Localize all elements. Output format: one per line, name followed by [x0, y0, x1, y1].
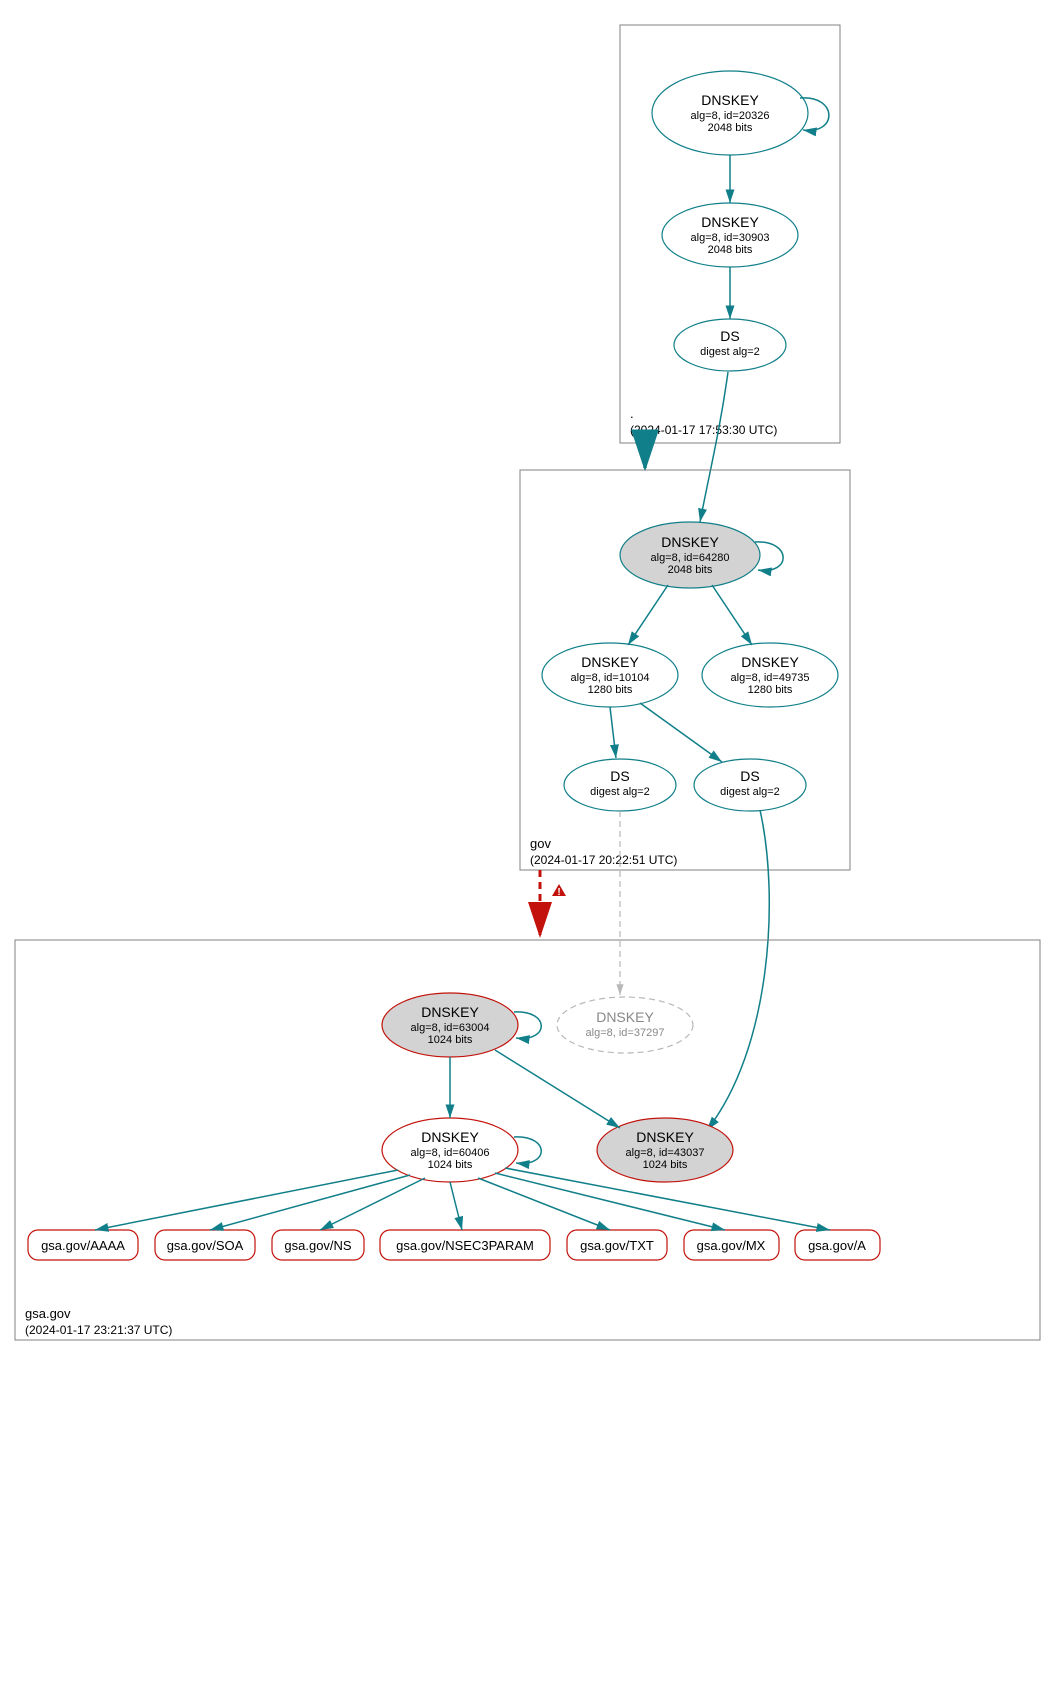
svg-text:1024 bits: 1024 bits [428, 1159, 473, 1171]
rrset-ns[interactable]: gsa.gov/NS [272, 1230, 364, 1260]
edge-zsk-mx [495, 1173, 725, 1230]
dnskey-gsa-alt[interactable]: DNSKEY alg=8, id=43037 1024 bits [597, 1118, 733, 1182]
dnskey-gov-ksk[interactable]: DNSKEY alg=8, id=64280 2048 bits [620, 522, 760, 588]
svg-text:gsa.gov/A: gsa.gov/A [808, 1238, 866, 1253]
edge-govksk-zsk1 [628, 585, 668, 645]
edge-rootds-to-govksk [700, 372, 728, 522]
rrset-txt[interactable]: gsa.gov/TXT [567, 1230, 667, 1260]
svg-text:2048 bits: 2048 bits [708, 122, 753, 134]
edge-zsk-nsec [450, 1182, 462, 1230]
dnskey-gsa-ksk[interactable]: DNSKEY alg=8, id=63004 1024 bits [382, 993, 518, 1057]
ds-root[interactable]: DS digest alg=2 [674, 319, 786, 371]
rrset-aaaa[interactable]: gsa.gov/AAAA [28, 1230, 138, 1260]
dnskey-gov-zsk-10104[interactable]: DNSKEY alg=8, id=10104 1280 bits [542, 643, 678, 707]
edge-zsk-soa [210, 1175, 410, 1230]
edge-zsk1-ds1 [610, 707, 616, 758]
svg-text:digest alg=2: digest alg=2 [590, 786, 650, 798]
svg-text:gsa.gov/AAAA: gsa.gov/AAAA [41, 1238, 125, 1253]
svg-text:1280 bits: 1280 bits [588, 684, 633, 696]
svg-text:1280 bits: 1280 bits [748, 684, 793, 696]
zone-gsa: gsa.gov (2024-01-17 23:21:37 UTC) DNSKEY… [15, 940, 1040, 1340]
rrset-nsec3param[interactable]: gsa.gov/NSEC3PARAM [380, 1230, 550, 1260]
zone-gsa-timestamp: (2024-01-17 23:21:37 UTC) [25, 1323, 172, 1337]
rrset-a[interactable]: gsa.gov/A [795, 1230, 880, 1260]
ds-gov-1[interactable]: DS digest alg=2 [564, 759, 676, 811]
ds-gov-2[interactable]: DS digest alg=2 [694, 759, 806, 811]
dnskey-root-zsk[interactable]: DNSKEY alg=8, id=30903 2048 bits [662, 203, 798, 267]
svg-text:gsa.gov/MX: gsa.gov/MX [697, 1238, 766, 1253]
edge-gsaksk-gsalt [495, 1050, 620, 1128]
zone-root-timestamp: (2024-01-17 17:53:30 UTC) [630, 423, 777, 437]
svg-text:DS: DS [610, 768, 629, 784]
zone-gov-timestamp: (2024-01-17 20:22:51 UTC) [530, 853, 677, 867]
svg-text:alg=8, id=63004: alg=8, id=63004 [411, 1022, 490, 1034]
svg-text:DNSKEY: DNSKEY [581, 654, 639, 670]
svg-text:alg=8, id=49735: alg=8, id=49735 [731, 672, 810, 684]
svg-text:DS: DS [720, 328, 739, 344]
rrset-soa[interactable]: gsa.gov/SOA [155, 1230, 255, 1260]
svg-text:digest alg=2: digest alg=2 [720, 786, 780, 798]
rrset-mx[interactable]: gsa.gov/MX [684, 1230, 779, 1260]
svg-text:alg=8, id=43037: alg=8, id=43037 [626, 1147, 705, 1159]
zone-root-name: . [630, 406, 634, 421]
svg-text:DS: DS [740, 768, 759, 784]
svg-text:1024 bits: 1024 bits [643, 1159, 688, 1171]
svg-text:DNSKEY: DNSKEY [421, 1129, 479, 1145]
svg-text:alg=8, id=64280: alg=8, id=64280 [651, 552, 730, 564]
svg-text:alg=8, id=37297: alg=8, id=37297 [586, 1027, 665, 1039]
svg-text:DNSKEY: DNSKEY [701, 214, 759, 230]
edge-ds2-to-gsa-alt [707, 810, 769, 1130]
svg-text:alg=8, id=10104: alg=8, id=10104 [571, 672, 650, 684]
svg-text:DNSKEY: DNSKEY [596, 1009, 654, 1025]
edge-govksk-zsk2 [712, 585, 752, 645]
edge-zsk1-ds2 [640, 703, 722, 762]
svg-text:alg=8, id=60406: alg=8, id=60406 [411, 1147, 490, 1159]
dnskey-gsa-missing[interactable]: DNSKEY alg=8, id=37297 [557, 997, 693, 1053]
svg-text:digest alg=2: digest alg=2 [700, 346, 760, 358]
svg-text:gsa.gov/NSEC3PARAM: gsa.gov/NSEC3PARAM [396, 1238, 534, 1253]
svg-text:DNSKEY: DNSKEY [661, 534, 719, 550]
zone-gsa-name: gsa.gov [25, 1306, 71, 1321]
svg-text:!: ! [557, 887, 560, 898]
zone-gov-name: gov [530, 836, 551, 851]
svg-text:DNSKEY: DNSKEY [741, 654, 799, 670]
svg-text:DNSKEY: DNSKEY [421, 1004, 479, 1020]
svg-text:alg=8, id=30903: alg=8, id=30903 [691, 232, 770, 244]
dnskey-gov-zsk-49735[interactable]: DNSKEY alg=8, id=49735 1280 bits [702, 643, 838, 707]
zone-gov: gov (2024-01-17 20:22:51 UTC) DNSKEY alg… [520, 470, 850, 870]
svg-text:alg=8, id=20326: alg=8, id=20326 [691, 110, 770, 122]
dnskey-root-ksk[interactable]: DNSKEY alg=8, id=20326 2048 bits [652, 71, 808, 155]
svg-text:gsa.gov/NS: gsa.gov/NS [284, 1238, 352, 1253]
svg-text:2048 bits: 2048 bits [668, 564, 713, 576]
svg-text:DNSKEY: DNSKEY [636, 1129, 694, 1145]
svg-text:gsa.gov/SOA: gsa.gov/SOA [167, 1238, 244, 1253]
svg-text:DNSKEY: DNSKEY [701, 92, 759, 108]
svg-text:2048 bits: 2048 bits [708, 244, 753, 256]
svg-text:gsa.gov/TXT: gsa.gov/TXT [580, 1238, 654, 1253]
svg-text:1024 bits: 1024 bits [428, 1034, 473, 1046]
dnskey-gsa-zsk[interactable]: DNSKEY alg=8, id=60406 1024 bits [382, 1118, 518, 1182]
edge-zsk-aaaa [95, 1170, 398, 1230]
warning-icon: ! [552, 884, 566, 898]
zone-root: . (2024-01-17 17:53:30 UTC) DNSKEY alg=8… [620, 25, 840, 443]
